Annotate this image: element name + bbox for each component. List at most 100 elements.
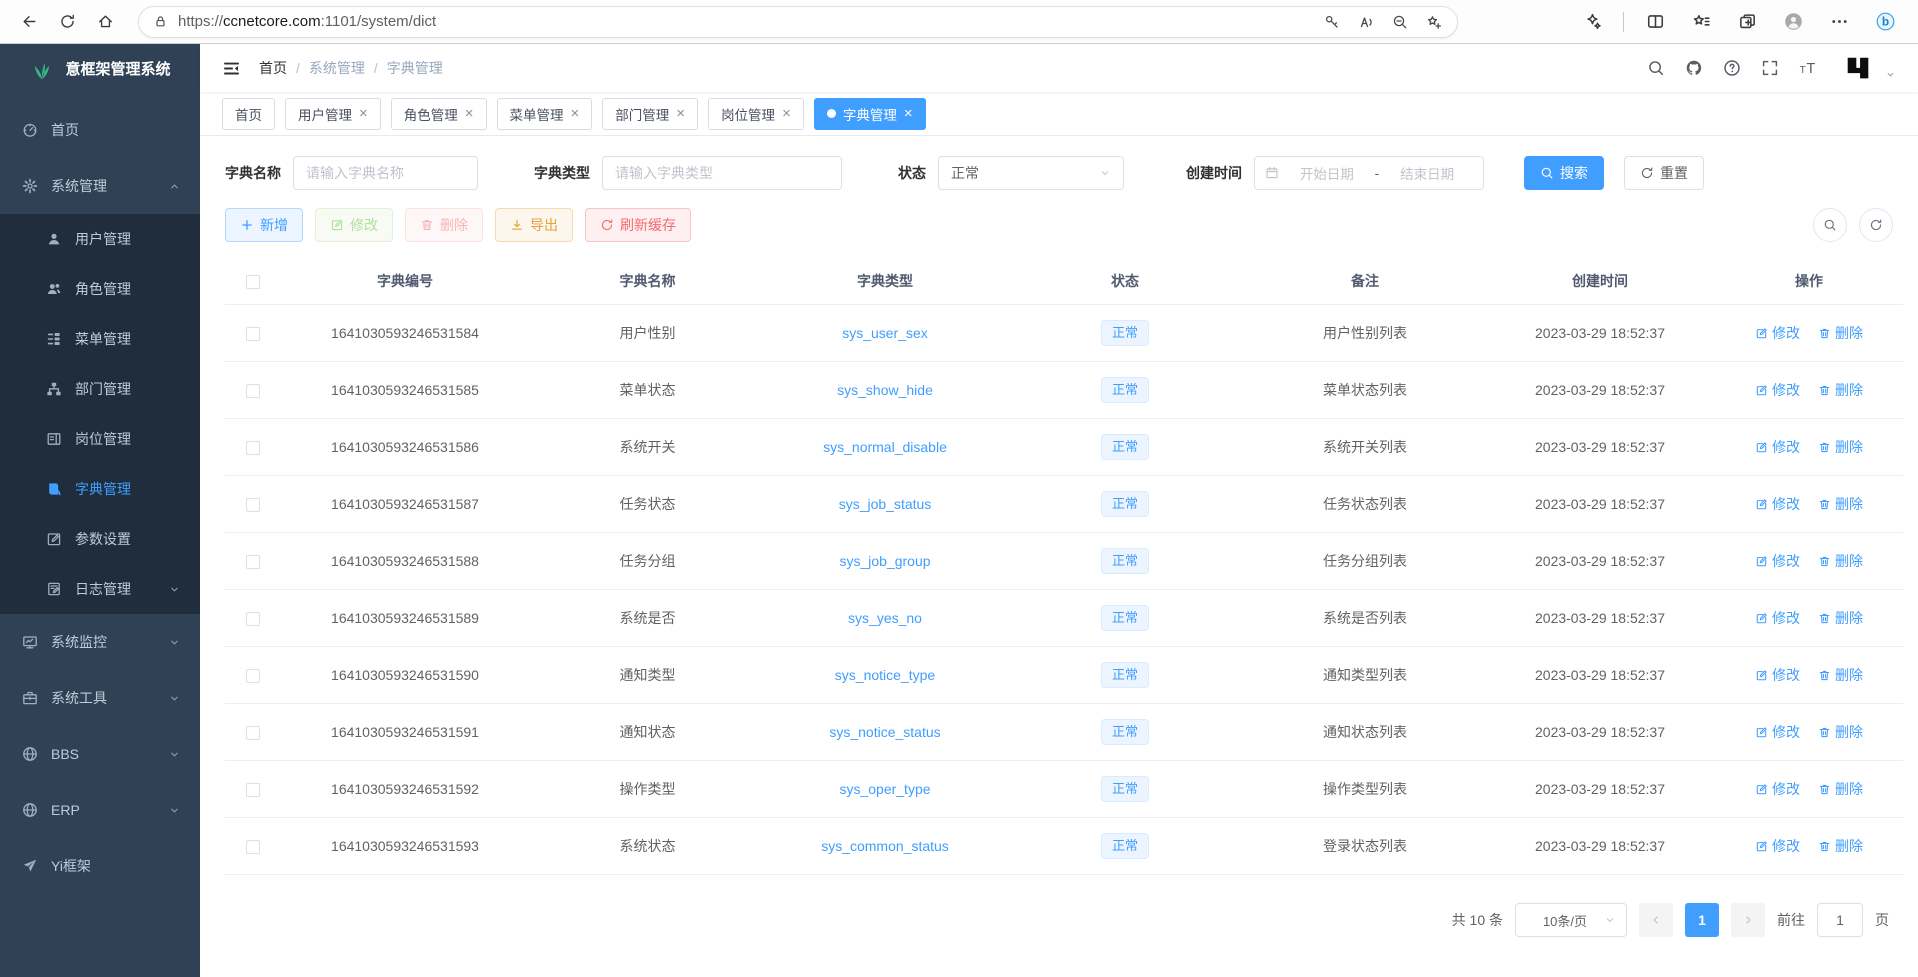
sidebar-item-tool[interactable]: 系统工具 — [0, 670, 200, 726]
question-button[interactable] — [1723, 59, 1741, 77]
row-edit-button[interactable]: 修改 — [1755, 437, 1800, 457]
dict-type-link[interactable]: sys_job_status — [839, 496, 932, 512]
row-edit-button[interactable]: 修改 — [1755, 608, 1800, 628]
tab-post[interactable]: 岗位管理× — [708, 98, 804, 130]
tab-user[interactable]: 用户管理× — [285, 98, 381, 130]
start-date-field[interactable]: 开始日期 — [1281, 163, 1373, 183]
row-delete-button[interactable]: 删除 — [1818, 323, 1863, 343]
search-button[interactable]: 搜索 — [1524, 156, 1604, 190]
sidebar-item-dept[interactable]: 部门管理 — [0, 364, 200, 414]
row-checkbox[interactable] — [246, 327, 260, 341]
bing-button[interactable]: b — [1870, 7, 1900, 37]
row-checkbox[interactable] — [246, 498, 260, 512]
sidebar-item-dict[interactable]: 字典管理 — [0, 464, 200, 514]
read-aloud-button[interactable] — [1353, 9, 1379, 35]
delete-button[interactable]: 删除 — [405, 208, 483, 242]
avatar-button[interactable] — [1778, 7, 1808, 37]
dict-type-link[interactable]: sys_job_group — [839, 553, 930, 569]
user-menu-caret[interactable] — [1885, 69, 1896, 80]
key-button[interactable] — [1319, 9, 1345, 35]
dict-name-input[interactable] — [293, 156, 478, 190]
row-checkbox[interactable] — [246, 612, 260, 626]
site-lock[interactable] — [153, 14, 168, 29]
home-button[interactable] — [90, 7, 120, 37]
row-edit-button[interactable]: 修改 — [1755, 380, 1800, 400]
arrow-left-button[interactable] — [14, 7, 44, 37]
row-checkbox[interactable] — [246, 555, 260, 569]
status-select[interactable]: 正常 — [938, 156, 1124, 190]
sidebar-item-post[interactable]: 岗位管理 — [0, 414, 200, 464]
export-button[interactable]: 导出 — [495, 208, 573, 242]
row-edit-button[interactable]: 修改 — [1755, 551, 1800, 571]
row-delete-button[interactable]: 删除 — [1818, 437, 1863, 457]
tab-menu[interactable]: 菜单管理× — [497, 98, 593, 130]
zoom-out-button[interactable] — [1387, 9, 1413, 35]
breadcrumb-item-0[interactable]: 首页 — [259, 58, 287, 78]
tab-home[interactable]: 首页 — [222, 98, 275, 130]
sidebar-item-erp[interactable]: ERP — [0, 782, 200, 838]
extensions-button[interactable] — [1577, 7, 1607, 37]
add-button[interactable]: 新增 — [225, 208, 303, 242]
row-edit-button[interactable]: 修改 — [1755, 722, 1800, 742]
row-checkbox[interactable] — [246, 726, 260, 740]
toggle-search-button[interactable] — [1813, 208, 1847, 242]
refresh-button[interactable] — [52, 7, 82, 37]
row-edit-button[interactable]: 修改 — [1755, 836, 1800, 856]
sidebar-item-home[interactable]: 首页 — [0, 102, 200, 158]
tab-dept[interactable]: 部门管理× — [602, 98, 698, 130]
dict-type-link[interactable]: sys_notice_status — [829, 724, 940, 740]
split-screen-button[interactable] — [1640, 7, 1670, 37]
sidebar-item-monitor[interactable]: 系统监控 — [0, 614, 200, 670]
row-delete-button[interactable]: 删除 — [1818, 380, 1863, 400]
date-range-picker[interactable]: 开始日期 - 结束日期 — [1254, 156, 1484, 190]
tab-dict[interactable]: 字典管理× — [814, 98, 926, 130]
favorites-star-button[interactable] — [1686, 7, 1716, 37]
github-button[interactable] — [1685, 59, 1703, 77]
close-tab-icon[interactable]: × — [782, 106, 791, 121]
sidebar-item-system[interactable]: 系统管理 — [0, 158, 200, 214]
current-page-button[interactable]: 1 — [1685, 903, 1719, 937]
dict-type-link[interactable]: sys_show_hide — [837, 382, 933, 398]
sidebar-item-user[interactable]: 用户管理 — [0, 214, 200, 264]
user-avatar[interactable] — [1843, 53, 1873, 83]
row-edit-button[interactable]: 修改 — [1755, 494, 1800, 514]
goto-page-input[interactable] — [1817, 903, 1863, 937]
row-delete-button[interactable]: 删除 — [1818, 551, 1863, 571]
app-logo[interactable]: 意框架管理系统 — [0, 44, 200, 92]
ellipsis-button[interactable] — [1824, 7, 1854, 37]
sidebar-item-param[interactable]: 参数设置 — [0, 514, 200, 564]
close-tab-icon[interactable]: × — [571, 106, 580, 121]
sidebar-item-role[interactable]: 角色管理 — [0, 264, 200, 314]
sidebar-collapse-button[interactable] — [222, 59, 241, 78]
row-delete-button[interactable]: 删除 — [1818, 722, 1863, 742]
row-delete-button[interactable]: 删除 — [1818, 665, 1863, 685]
dict-type-link[interactable]: sys_notice_type — [835, 667, 935, 683]
dict-type-link[interactable]: sys_normal_disable — [823, 439, 947, 455]
page-size-select[interactable]: 10条/页 — [1515, 903, 1627, 937]
row-edit-button[interactable]: 修改 — [1755, 323, 1800, 343]
row-edit-button[interactable]: 修改 — [1755, 779, 1800, 799]
prev-page-button[interactable] — [1639, 903, 1673, 937]
row-checkbox[interactable] — [246, 783, 260, 797]
tab-role[interactable]: 角色管理× — [391, 98, 487, 130]
end-date-field[interactable]: 结束日期 — [1381, 163, 1473, 183]
dict-type-link[interactable]: sys_user_sex — [842, 325, 928, 341]
row-delete-button[interactable]: 删除 — [1818, 494, 1863, 514]
sidebar-item-menu[interactable]: 菜单管理 — [0, 314, 200, 364]
row-delete-button[interactable]: 删除 — [1818, 608, 1863, 628]
close-tab-icon[interactable]: × — [904, 106, 913, 121]
close-tab-icon[interactable]: × — [359, 106, 368, 121]
star-plus-button[interactable] — [1421, 9, 1447, 35]
row-edit-button[interactable]: 修改 — [1755, 665, 1800, 685]
collections-button[interactable] — [1732, 7, 1762, 37]
row-delete-button[interactable]: 删除 — [1818, 779, 1863, 799]
next-page-button[interactable] — [1731, 903, 1765, 937]
dict-type-link[interactable]: sys_common_status — [821, 838, 949, 854]
fullscreen-button[interactable] — [1761, 59, 1779, 77]
row-checkbox[interactable] — [246, 669, 260, 683]
dict-type-link[interactable]: sys_oper_type — [839, 781, 930, 797]
refresh-table-button[interactable] — [1859, 208, 1893, 242]
select-all-checkbox[interactable] — [246, 275, 260, 289]
row-checkbox[interactable] — [246, 840, 260, 854]
row-checkbox[interactable] — [246, 384, 260, 398]
